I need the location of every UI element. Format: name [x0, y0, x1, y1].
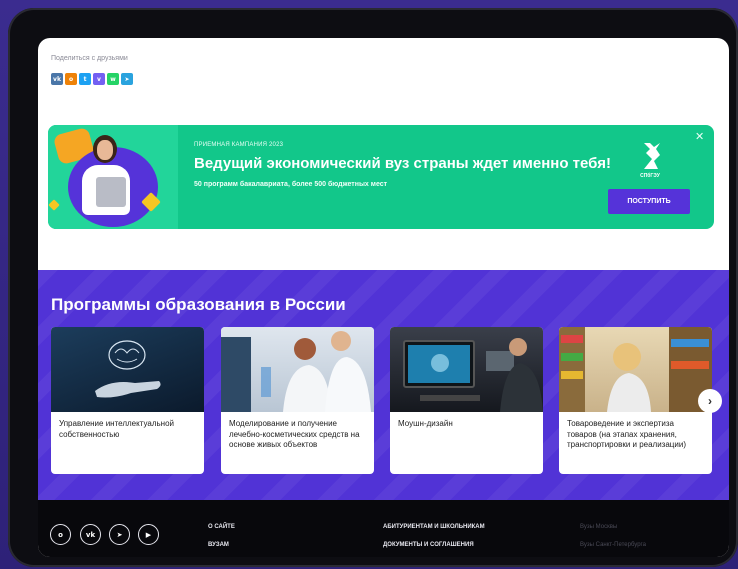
share-ok-icon[interactable]: о: [65, 73, 77, 85]
program-card[interactable]: Управление интеллектуальной собственност…: [51, 327, 204, 474]
program-card[interactable]: Товароведение и экспертиза товаров (на э…: [559, 327, 712, 474]
share-twitter-icon[interactable]: t: [79, 73, 91, 85]
footer-link-documents[interactable]: ДОКУМЕНТЫ И СОГЛАШЕНИЯ: [383, 542, 474, 548]
site-footer: о vk ➤ ▶ О САЙТЕ ВУЗАМ АБИТУРИЕНТАМ И ШК…: [38, 500, 729, 557]
program-card-label: Управление интеллектуальной собственност…: [59, 419, 174, 439]
programs-title: Программы образования в России: [51, 295, 346, 314]
share-viber-icon[interactable]: v: [93, 73, 105, 85]
share-telegram-icon[interactable]: ➤: [121, 73, 133, 85]
banner-headline: Ведущий экономический вуз страны ждет им…: [194, 155, 611, 172]
student-face: [97, 140, 113, 160]
star-icon: [48, 199, 60, 211]
designer-monitor-image: [390, 327, 543, 412]
banner-tag: ПРИЕМНАЯ КАМПАНИЯ 2023: [194, 142, 284, 148]
footer-youtube-icon[interactable]: ▶: [138, 524, 159, 545]
share-label: Поделиться с друзьями: [51, 55, 128, 62]
footer-telegram-icon[interactable]: ➤: [109, 524, 130, 545]
share-whatsapp-icon[interactable]: w: [107, 73, 119, 85]
footer-vk-icon[interactable]: vk: [80, 524, 101, 545]
laptop-icon: [96, 177, 126, 207]
lab-scientists-image: [221, 327, 374, 412]
footer-link-spb[interactable]: Вузы Санкт-Петербурга: [580, 542, 646, 548]
program-card[interactable]: Моушн-дизайн: [390, 327, 543, 474]
share-vk-icon[interactable]: vk: [51, 73, 63, 85]
program-card-label: Моделирование и получение лечебно-космет…: [229, 419, 360, 449]
share-buttons: vk о t v w ➤: [51, 73, 133, 85]
carousel-next-icon[interactable]: ›: [698, 389, 722, 413]
program-card-label: Товароведение и экспертиза товаров (на э…: [567, 419, 686, 449]
footer-link-moscow[interactable]: Вузы Москвы: [580, 524, 617, 530]
footer-link-applicants[interactable]: АБИТУРИЕНТАМ И ШКОЛЬНИКАМ: [383, 524, 485, 530]
browser-screen: Поделиться с друзьями vk о t v w ➤ ПРИЕМ…: [38, 38, 729, 557]
footer-link-about[interactable]: О САЙТЕ: [208, 524, 235, 530]
footer-ok-icon[interactable]: о: [50, 524, 71, 545]
tablet-frame: Поделиться с друзьями vk о t v w ➤ ПРИЕМ…: [8, 8, 738, 567]
programs-section: Программы образования в России Управлени…: [38, 270, 729, 500]
footer-link-universities[interactable]: ВУЗАМ: [208, 542, 229, 548]
logo-caption: СПбГЭУ: [640, 173, 660, 179]
banner-subline: 50 программ бакалавриата, более 500 бюдж…: [194, 181, 388, 188]
store-shelves-image: [559, 327, 712, 412]
university-logo-icon: [644, 143, 660, 169]
admission-banner: ПРИЕМНАЯ КАМПАНИЯ 2023 Ведущий экономиче…: [48, 125, 714, 229]
program-card-label: Моушн-дизайн: [398, 419, 453, 428]
close-icon[interactable]: ✕: [695, 130, 704, 143]
brain-hand-image: [51, 327, 204, 412]
banner-illustration: [48, 125, 178, 229]
apply-button[interactable]: ПОСТУПИТЬ: [608, 189, 690, 214]
program-card[interactable]: Моделирование и получение лечебно-космет…: [221, 327, 374, 474]
